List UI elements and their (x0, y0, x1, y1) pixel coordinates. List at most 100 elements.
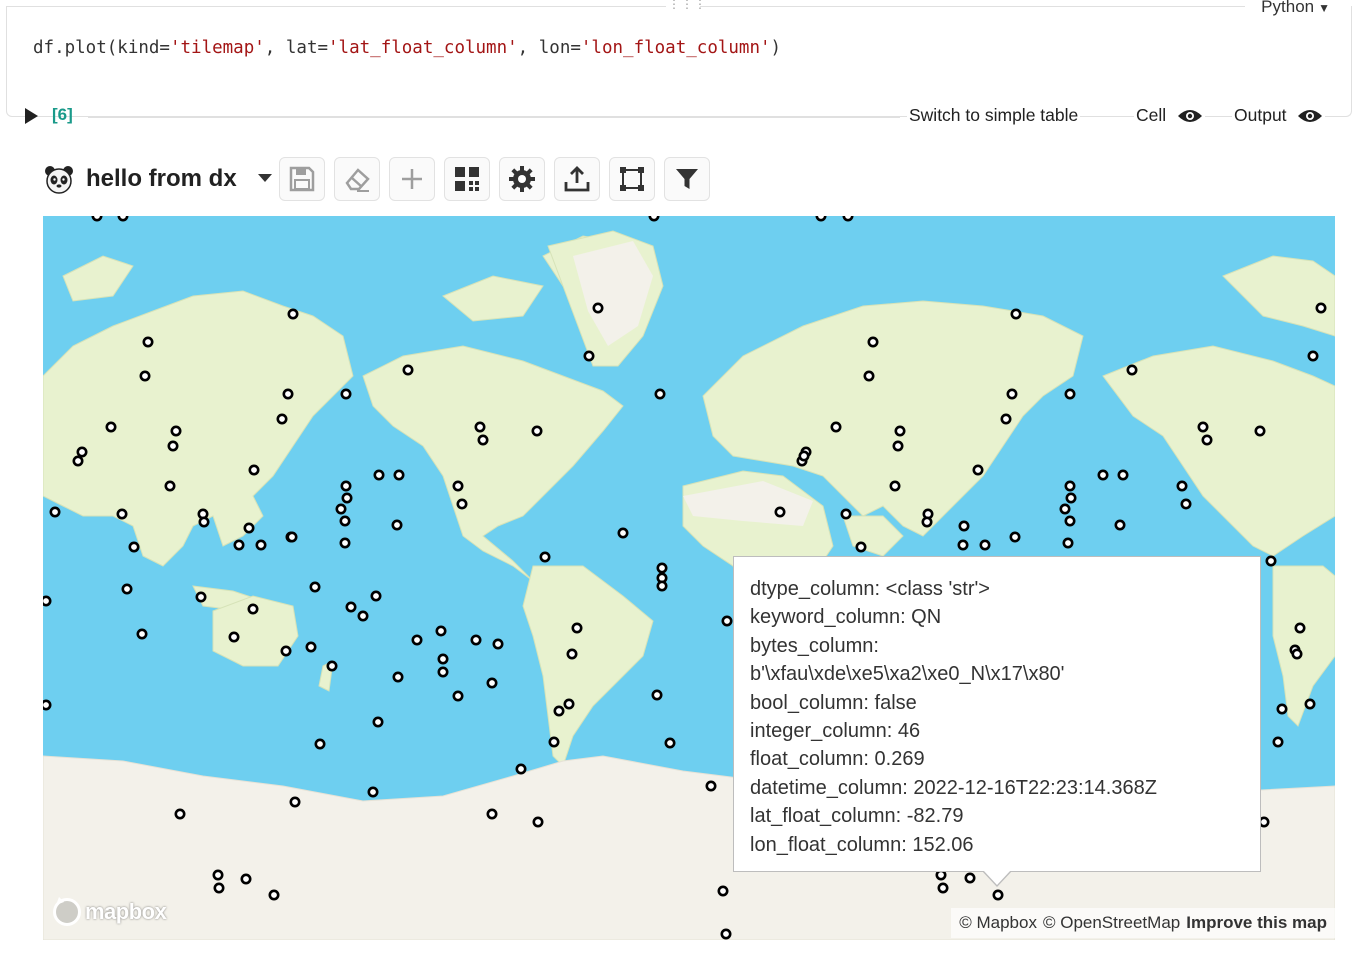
map-point-marker[interactable] (721, 615, 733, 627)
map-point-marker[interactable] (286, 531, 298, 543)
map-point-marker[interactable] (1258, 816, 1270, 828)
map-point-marker[interactable] (515, 763, 527, 775)
map-point-marker[interactable] (539, 551, 551, 563)
map-point-marker[interactable] (531, 425, 543, 437)
map-point-marker[interactable] (340, 480, 352, 492)
map-point-marker[interactable] (705, 780, 717, 792)
map-point-marker[interactable] (774, 506, 786, 518)
add-button[interactable] (389, 157, 435, 201)
map-point-marker[interactable] (840, 508, 852, 520)
map-point-marker[interactable] (1307, 350, 1319, 362)
map-point-marker[interactable] (892, 440, 904, 452)
map-point-marker[interactable] (213, 882, 225, 894)
map-point-marker[interactable] (1064, 515, 1076, 527)
map-point-marker[interactable] (937, 882, 949, 894)
map-point-marker[interactable] (105, 421, 117, 433)
map-point-marker[interactable] (894, 425, 906, 437)
language-select[interactable]: Python ▼ (1257, 0, 1334, 17)
map-point-marker[interactable] (1265, 555, 1277, 567)
map-point-marker[interactable] (964, 872, 976, 884)
map-point-marker[interactable] (170, 425, 182, 437)
map-point-marker[interactable] (268, 889, 280, 901)
map-point-marker[interactable] (372, 716, 384, 728)
map-point-marker[interactable] (1197, 421, 1209, 433)
map-point-marker[interactable] (470, 634, 482, 646)
map-point-marker[interactable] (142, 336, 154, 348)
chevron-down-icon[interactable] (258, 174, 272, 182)
output-visibility-toggle[interactable]: Output (1232, 105, 1326, 126)
dx-title[interactable]: hello from dx (86, 165, 237, 193)
map-point-marker[interactable] (282, 388, 294, 400)
map-point-marker[interactable] (339, 537, 351, 549)
map-point-marker[interactable] (583, 350, 595, 362)
improve-map-link[interactable]: Improve this map (1186, 913, 1327, 933)
map-point-marker[interactable] (392, 671, 404, 683)
map-point-marker[interactable] (121, 583, 133, 595)
map-point-marker[interactable] (921, 516, 933, 528)
mapbox-attribution-link[interactable]: © Mapbox (959, 913, 1037, 933)
map-point-marker[interactable] (566, 648, 578, 660)
osm-attribution-link[interactable]: © OpenStreetMap (1043, 913, 1180, 933)
map-point-marker[interactable] (717, 885, 729, 897)
map-point-marker[interactable] (437, 653, 449, 665)
map-point-marker[interactable] (617, 527, 629, 539)
map-point-marker[interactable] (174, 808, 186, 820)
map-point-marker[interactable] (248, 464, 260, 476)
map-point-marker[interactable] (373, 469, 385, 481)
map-point-marker[interactable] (240, 873, 252, 885)
map-point-marker[interactable] (326, 660, 338, 672)
map-point-marker[interactable] (477, 434, 489, 446)
map-point-marker[interactable] (341, 492, 353, 504)
map-point-marker[interactable] (842, 216, 854, 222)
map-point-marker[interactable] (167, 440, 179, 452)
map-point-marker[interactable] (72, 455, 84, 467)
map-point-marker[interactable] (452, 480, 464, 492)
map-point-marker[interactable] (139, 370, 151, 382)
map-point-marker[interactable] (128, 541, 140, 553)
display-mode-button[interactable] (444, 157, 490, 201)
map-point-marker[interactable] (592, 302, 604, 314)
map-point-marker[interactable] (1176, 480, 1188, 492)
map-point-marker[interactable] (958, 520, 970, 532)
export-button[interactable] (554, 157, 600, 201)
map-point-marker[interactable] (486, 808, 498, 820)
filter-button[interactable] (664, 157, 710, 201)
map-point-marker[interactable] (1117, 469, 1129, 481)
map-point-marker[interactable] (1291, 648, 1303, 660)
map-point-marker[interactable] (863, 370, 875, 382)
map-point-marker[interactable] (393, 469, 405, 481)
map-point-marker[interactable] (935, 869, 947, 881)
map-point-marker[interactable] (357, 610, 369, 622)
map-point-marker[interactable] (437, 666, 449, 678)
map-point-marker[interactable] (855, 541, 867, 553)
map-point-marker[interactable] (1010, 308, 1022, 320)
map-point-marker[interactable] (1064, 480, 1076, 492)
map-point-marker[interactable] (548, 736, 560, 748)
map-point-marker[interactable] (553, 705, 565, 717)
map-point-marker[interactable] (474, 421, 486, 433)
map-point-marker[interactable] (452, 690, 464, 702)
map-point-marker[interactable] (370, 590, 382, 602)
map-point-marker[interactable] (136, 628, 148, 640)
map-point-marker[interactable] (314, 738, 326, 750)
map-point-marker[interactable] (992, 889, 1004, 901)
map-point-marker[interactable] (164, 480, 176, 492)
map-point-marker[interactable] (43, 699, 52, 711)
map-point-marker[interactable] (43, 595, 52, 607)
map-point-marker[interactable] (435, 625, 447, 637)
map-point-marker[interactable] (1254, 425, 1266, 437)
map-point-marker[interactable] (1276, 703, 1288, 715)
clear-button[interactable] (334, 157, 380, 201)
map-point-marker[interactable] (255, 539, 267, 551)
map-point-marker[interactable] (664, 737, 676, 749)
map-point-marker[interactable] (280, 645, 292, 657)
map-point-marker[interactable] (367, 786, 379, 798)
map-point-marker[interactable] (335, 503, 347, 515)
map-point-marker[interactable] (1126, 364, 1138, 376)
map-point-marker[interactable] (656, 562, 668, 574)
map-point-marker[interactable] (276, 413, 288, 425)
map-point-marker[interactable] (289, 796, 301, 808)
map-point-marker[interactable] (402, 364, 414, 376)
map-point-marker[interactable] (1000, 413, 1012, 425)
select-region-button[interactable] (609, 157, 655, 201)
